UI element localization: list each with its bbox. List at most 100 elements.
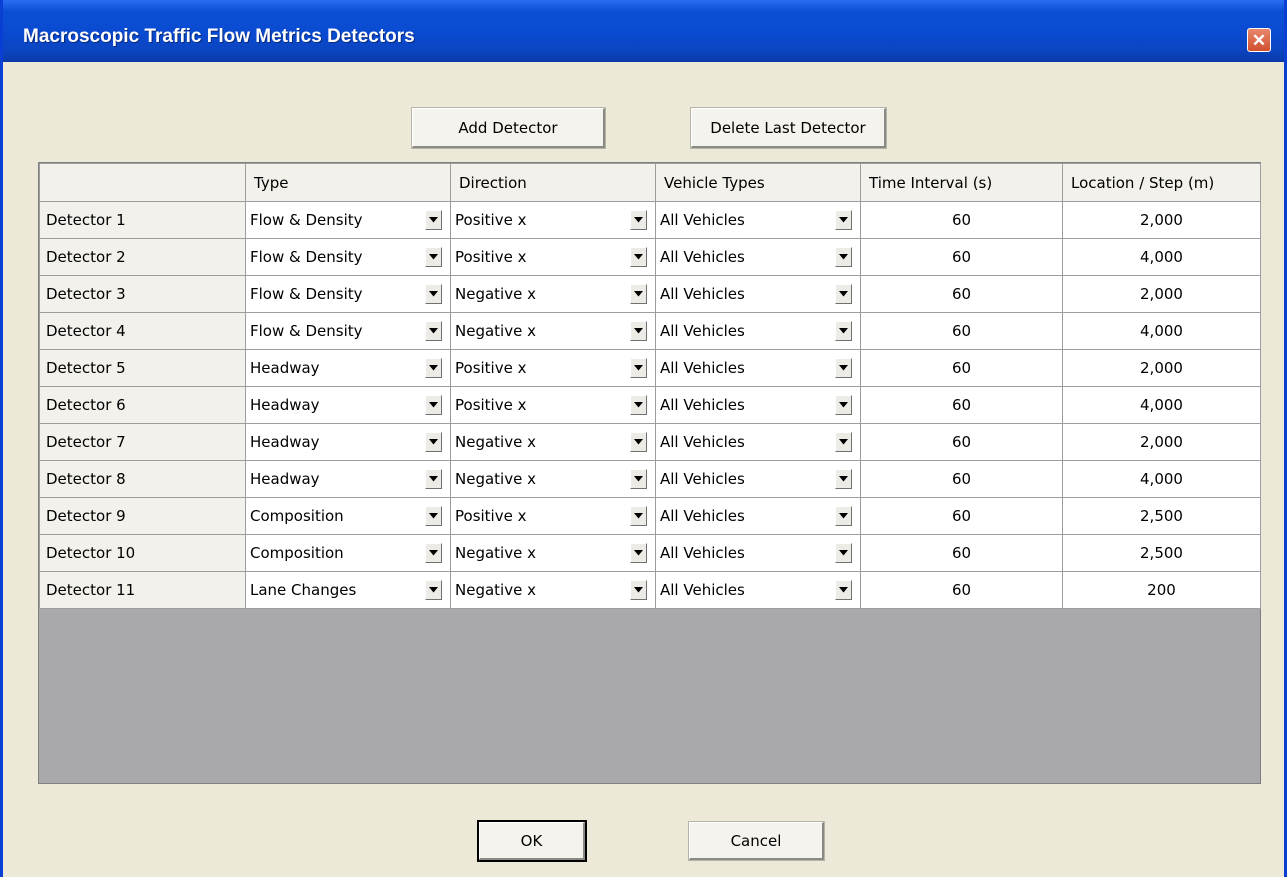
type-dropdown-control[interactable]: Composition (247, 499, 450, 534)
chevron-down-icon[interactable] (835, 432, 852, 452)
location-step-cell[interactable]: 4,000 (1062, 460, 1261, 498)
direction-dropdown-control[interactable]: Positive x (452, 203, 655, 238)
table-row[interactable]: Detector 9 Composition Positive x All Vehic… (39, 497, 1261, 535)
time-interval-cell[interactable]: 60 (860, 460, 1063, 498)
vehicle-types-dropdown[interactable]: All Vehicles (655, 238, 861, 276)
type-dropdown[interactable]: Headway (245, 386, 451, 424)
chevron-down-icon[interactable] (835, 506, 852, 526)
chevron-down-icon[interactable] (630, 506, 647, 526)
type-dropdown[interactable]: Flow & Density (245, 238, 451, 276)
location-step-cell[interactable]: 200 (1062, 571, 1261, 609)
vehicle-types-dropdown[interactable]: All Vehicles (655, 275, 861, 313)
chevron-down-icon[interactable] (630, 543, 647, 563)
time-interval-cell[interactable]: 60 (860, 534, 1063, 572)
vehicle-types-dropdown-control[interactable]: All Vehicles (657, 573, 860, 608)
location-step-cell[interactable]: 2,000 (1062, 201, 1261, 239)
vehicle-types-dropdown[interactable]: All Vehicles (655, 201, 861, 239)
direction-dropdown[interactable]: Negative x (450, 460, 656, 498)
table-row[interactable]: Detector 2 Flow & Density Positive x All Ve… (39, 238, 1261, 276)
time-interval-cell[interactable]: 60 (860, 497, 1063, 535)
type-dropdown-control[interactable]: Flow & Density (247, 203, 450, 238)
row-header[interactable]: Detector 10 (39, 534, 246, 572)
vehicle-types-dropdown-control[interactable]: All Vehicles (657, 277, 860, 312)
chevron-down-icon[interactable] (425, 210, 442, 230)
direction-dropdown[interactable]: Negative x (450, 275, 656, 313)
type-dropdown[interactable]: Flow & Density (245, 201, 451, 239)
vehicle-types-dropdown[interactable]: All Vehicles (655, 534, 861, 572)
cancel-button[interactable]: Cancel (688, 821, 825, 861)
location-step-cell[interactable]: 2,000 (1062, 275, 1261, 313)
chevron-down-icon[interactable] (425, 321, 442, 341)
direction-dropdown-control[interactable]: Positive x (452, 351, 655, 386)
type-dropdown[interactable]: Headway (245, 349, 451, 387)
type-dropdown-control[interactable]: Headway (247, 388, 450, 423)
type-dropdown-control[interactable]: Flow & Density (247, 240, 450, 275)
table-row[interactable]: Detector 3 Flow & Density Negative x All Ve… (39, 275, 1261, 313)
vehicle-types-dropdown-control[interactable]: All Vehicles (657, 425, 860, 460)
chevron-down-icon[interactable] (425, 284, 442, 304)
row-header[interactable]: Detector 7 (39, 423, 246, 461)
chevron-down-icon[interactable] (835, 358, 852, 378)
column-header-vehicle-types[interactable]: Vehicle Types (655, 163, 861, 202)
type-dropdown-control[interactable]: Flow & Density (247, 277, 450, 312)
vehicle-types-dropdown[interactable]: All Vehicles (655, 386, 861, 424)
table-row[interactable]: Detector 1 Flow & Density Positive x All Ve… (39, 201, 1261, 239)
vehicle-types-dropdown-control[interactable]: All Vehicles (657, 314, 860, 349)
direction-dropdown-control[interactable]: Positive x (452, 240, 655, 275)
direction-dropdown-control[interactable]: Positive x (452, 499, 655, 534)
table-row[interactable]: Detector 10 Composition Negative x All Vehi… (39, 534, 1261, 572)
type-dropdown[interactable]: Lane Changes (245, 571, 451, 609)
close-button[interactable]: ✕ (1247, 28, 1271, 52)
chevron-down-icon[interactable] (630, 580, 647, 600)
chevron-down-icon[interactable] (630, 432, 647, 452)
time-interval-cell[interactable]: 60 (860, 386, 1063, 424)
column-header-direction[interactable]: Direction (450, 163, 656, 202)
table-row[interactable]: Detector 5 Headway Positive x All Vehicles 6… (39, 349, 1261, 387)
row-header[interactable]: Detector 5 (39, 349, 246, 387)
time-interval-cell[interactable]: 60 (860, 571, 1063, 609)
chevron-down-icon[interactable] (425, 247, 442, 267)
direction-dropdown[interactable]: Negative x (450, 312, 656, 350)
direction-dropdown-control[interactable]: Negative x (452, 425, 655, 460)
time-interval-cell[interactable]: 60 (860, 312, 1063, 350)
chevron-down-icon[interactable] (425, 432, 442, 452)
type-dropdown-control[interactable]: Lane Changes (247, 573, 450, 608)
type-dropdown[interactable]: Flow & Density (245, 275, 451, 313)
direction-dropdown[interactable]: Positive x (450, 238, 656, 276)
row-header[interactable]: Detector 2 (39, 238, 246, 276)
vehicle-types-dropdown[interactable]: All Vehicles (655, 312, 861, 350)
chevron-down-icon[interactable] (835, 543, 852, 563)
chevron-down-icon[interactable] (425, 543, 442, 563)
column-header-location-step[interactable]: Location / Step (m) (1062, 163, 1261, 202)
type-dropdown[interactable]: Flow & Density (245, 312, 451, 350)
location-step-cell[interactable]: 4,000 (1062, 312, 1261, 350)
chevron-down-icon[interactable] (630, 210, 647, 230)
chevron-down-icon[interactable] (835, 321, 852, 341)
column-header-type[interactable]: Type (245, 163, 451, 202)
type-dropdown[interactable]: Composition (245, 497, 451, 535)
direction-dropdown[interactable]: Positive x (450, 386, 656, 424)
vehicle-types-dropdown-control[interactable]: All Vehicles (657, 203, 860, 238)
chevron-down-icon[interactable] (835, 395, 852, 415)
type-dropdown-control[interactable]: Headway (247, 425, 450, 460)
chevron-down-icon[interactable] (835, 247, 852, 267)
direction-dropdown-control[interactable]: Negative x (452, 536, 655, 571)
chevron-down-icon[interactable] (425, 506, 442, 526)
location-step-cell[interactable]: 2,500 (1062, 497, 1261, 535)
chevron-down-icon[interactable] (630, 321, 647, 341)
chevron-down-icon[interactable] (835, 210, 852, 230)
type-dropdown[interactable]: Headway (245, 460, 451, 498)
vehicle-types-dropdown-control[interactable]: All Vehicles (657, 351, 860, 386)
location-step-cell[interactable]: 4,000 (1062, 238, 1261, 276)
time-interval-cell[interactable]: 60 (860, 349, 1063, 387)
column-header-time-interval[interactable]: Time Interval (s) (860, 163, 1063, 202)
row-header[interactable]: Detector 1 (39, 201, 246, 239)
vehicle-types-dropdown-control[interactable]: All Vehicles (657, 388, 860, 423)
vehicle-types-dropdown[interactable]: All Vehicles (655, 423, 861, 461)
chevron-down-icon[interactable] (630, 395, 647, 415)
direction-dropdown-control[interactable]: Negative x (452, 314, 655, 349)
time-interval-cell[interactable]: 60 (860, 238, 1063, 276)
location-step-cell[interactable]: 2,500 (1062, 534, 1261, 572)
row-header[interactable]: Detector 4 (39, 312, 246, 350)
chevron-down-icon[interactable] (835, 469, 852, 489)
